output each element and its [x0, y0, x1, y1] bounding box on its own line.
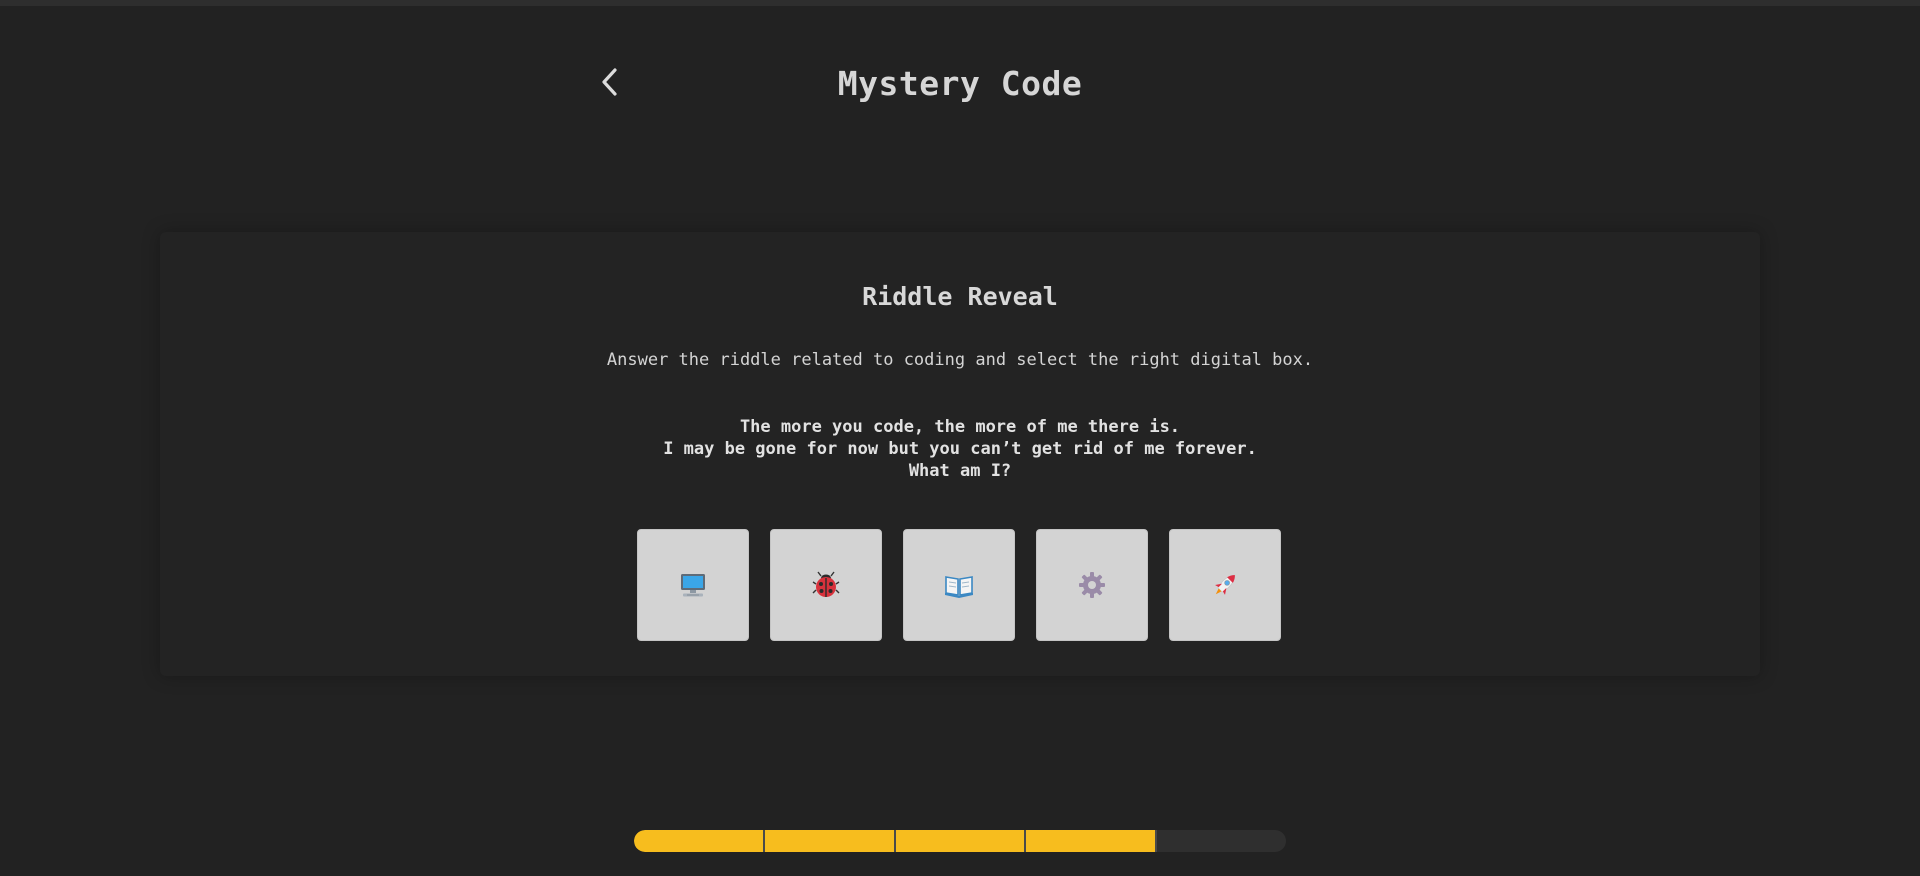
option-book[interactable]	[903, 529, 1015, 641]
riddle-text: The more you code, the more of me there …	[160, 416, 1760, 482]
progress-segment-divider	[1024, 830, 1027, 852]
riddle-line: The more you code, the more of me there …	[739, 417, 1181, 437]
riddle-instructions: Answer the riddle related to coding and …	[606, 350, 1314, 370]
option-bug[interactable]	[770, 529, 882, 641]
riddle-line: What am I?	[908, 461, 1012, 481]
open-book-icon	[944, 572, 974, 598]
window-top-strip	[0, 0, 1920, 6]
answer-options	[637, 529, 1287, 641]
rocket-icon	[1210, 570, 1240, 600]
computer-icon	[679, 571, 707, 599]
page-title: Mystery Code	[837, 64, 1083, 103]
option-rocket[interactable]	[1169, 529, 1281, 641]
riddle-line: I may be gone for now but you can’t get …	[663, 439, 1257, 459]
progress-bar	[634, 830, 1286, 852]
progress-segment-divider	[893, 830, 896, 852]
ladybug-icon	[812, 571, 840, 599]
riddle-card-title: Riddle Reveal	[862, 282, 1058, 311]
option-gear[interactable]	[1036, 529, 1148, 641]
progress-segment-divider	[763, 830, 766, 852]
page-header: Mystery Code	[580, 56, 1340, 114]
progress-segment-divider	[1154, 830, 1157, 852]
option-computer[interactable]	[637, 529, 749, 641]
gear-icon	[1078, 571, 1106, 599]
riddle-card: Riddle Reveal Answer the riddle related …	[160, 232, 1760, 676]
